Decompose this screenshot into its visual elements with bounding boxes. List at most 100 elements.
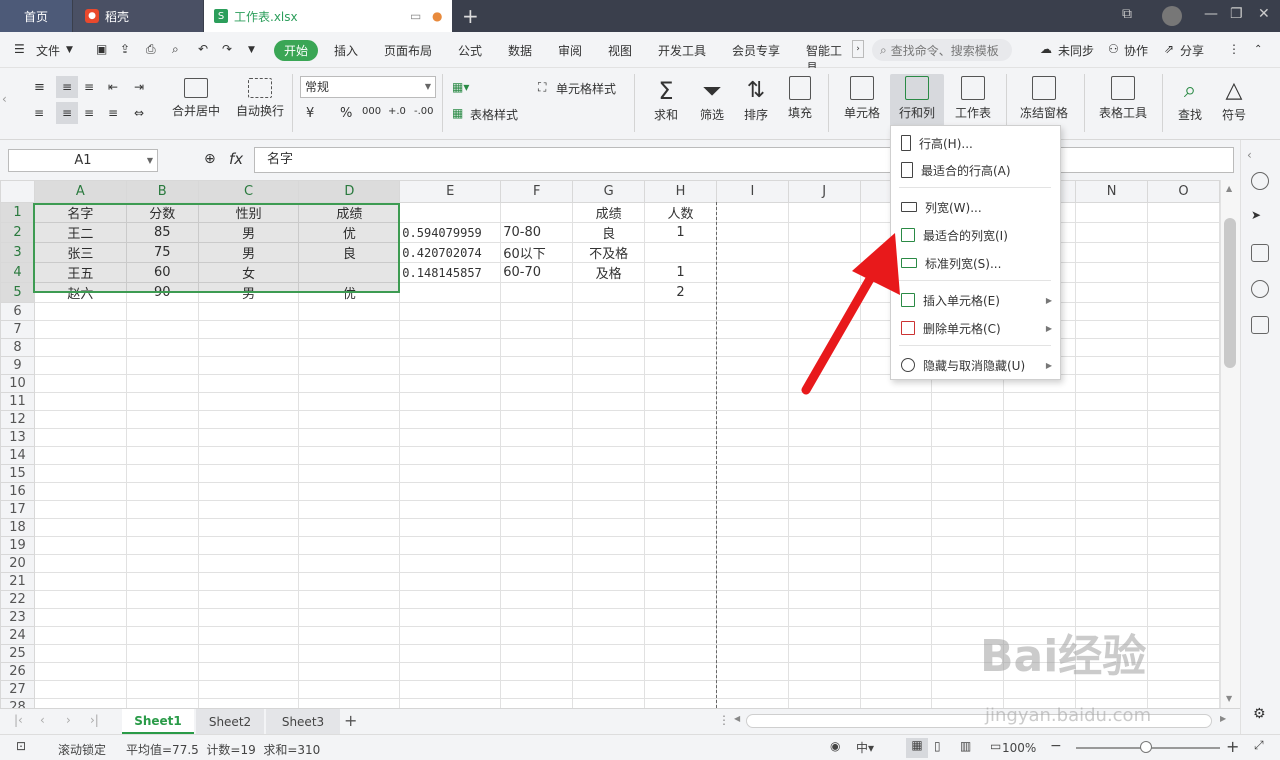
cell-o25[interactable] <box>1147 644 1220 663</box>
cell-i20[interactable] <box>715 554 789 573</box>
cell-d23[interactable] <box>298 608 401 627</box>
justify-icon[interactable]: ≡ <box>108 106 118 120</box>
cell-n22[interactable] <box>1075 590 1149 609</box>
cell-a3[interactable]: 张三 <box>33 242 127 263</box>
cell-d26[interactable] <box>298 662 401 681</box>
cell-g1[interactable]: 成绩 <box>572 202 646 223</box>
cell-g16[interactable] <box>572 482 646 501</box>
cell-l13[interactable] <box>931 428 1005 447</box>
cell-o12[interactable] <box>1147 410 1220 429</box>
sheet-tab-3[interactable]: Sheet3 <box>266 709 340 734</box>
cell-f18[interactable] <box>500 518 574 537</box>
row-header[interactable]: 18 <box>0 518 35 537</box>
cell-b20[interactable] <box>125 554 199 573</box>
cell-l20[interactable] <box>931 554 1005 573</box>
cell-c2[interactable]: 男 <box>197 222 300 243</box>
cell-j27[interactable] <box>787 680 861 699</box>
cell-b12[interactable] <box>125 410 199 429</box>
prev-sheet-icon[interactable]: ‹ <box>40 713 45 727</box>
cell-e11[interactable] <box>399 392 502 411</box>
menu-item-standard-width[interactable]: 标准列宽(S)... <box>891 250 1060 276</box>
cell-h19[interactable] <box>644 536 717 555</box>
menu-data[interactable]: 数据 <box>508 42 532 59</box>
cell-style-button[interactable]: 单元格样式 <box>556 80 616 97</box>
cell-o3[interactable] <box>1147 242 1220 263</box>
cell-i4[interactable] <box>715 262 789 283</box>
cell-k24[interactable] <box>859 626 933 645</box>
cell-d3[interactable]: 良 <box>298 242 401 263</box>
cell-c5[interactable]: 男 <box>197 282 300 303</box>
cell-h10[interactable] <box>644 374 717 393</box>
cell-a16[interactable] <box>33 482 127 501</box>
cell-m15[interactable] <box>1003 464 1077 483</box>
cell-j13[interactable] <box>787 428 861 447</box>
command-search[interactable]: ⌕ 查找命令、搜索模板 <box>872 39 1012 61</box>
thousand-separator-button[interactable]: 000 <box>362 106 381 117</box>
cell-j12[interactable] <box>787 410 861 429</box>
menu-insert[interactable]: 插入 <box>334 42 358 59</box>
cell-n2[interactable] <box>1075 222 1149 243</box>
vertical-scrollbar[interactable]: ▲ ▼ <box>1220 180 1240 708</box>
cell-g20[interactable] <box>572 554 646 573</box>
cell-c20[interactable] <box>197 554 300 573</box>
cell-g6[interactable] <box>572 302 646 321</box>
menu-start[interactable]: 开始 <box>274 40 318 61</box>
cell-k14[interactable] <box>859 446 933 465</box>
cell-a11[interactable] <box>33 392 127 411</box>
cell-h17[interactable] <box>644 500 717 519</box>
cell-g11[interactable] <box>572 392 646 411</box>
row-header[interactable]: 8 <box>0 338 35 357</box>
cell-a24[interactable] <box>33 626 127 645</box>
cell-l12[interactable] <box>931 410 1005 429</box>
monitor-icon[interactable]: ▭ <box>410 9 421 23</box>
cell-c21[interactable] <box>197 572 300 591</box>
tab-home[interactable]: 首页 <box>0 0 72 32</box>
cell-n3[interactable] <box>1075 242 1149 263</box>
cell-a14[interactable] <box>33 446 127 465</box>
cell-m16[interactable] <box>1003 482 1077 501</box>
cell-i22[interactable] <box>715 590 789 609</box>
menu-file[interactable]: 文件 <box>36 42 60 59</box>
cell-n19[interactable] <box>1075 536 1149 555</box>
row-col-button[interactable]: 行和列 <box>890 74 944 126</box>
column-header-i[interactable]: I <box>715 180 789 203</box>
cell-o21[interactable] <box>1147 572 1220 591</box>
cell-c22[interactable] <box>197 590 300 609</box>
cell-a18[interactable] <box>33 518 127 537</box>
cell-d5[interactable]: 优 <box>298 282 401 303</box>
cell-m11[interactable] <box>1003 392 1077 411</box>
cell-d28[interactable] <box>298 698 401 708</box>
window-layout-icon[interactable]: ⧉ <box>1122 6 1132 22</box>
cell-e6[interactable] <box>399 302 502 321</box>
cell-b2[interactable]: 85 <box>125 222 199 243</box>
cell-a4[interactable]: 王五 <box>33 262 127 283</box>
cell-f24[interactable] <box>500 626 574 645</box>
scroll-left-icon[interactable]: ◀ <box>734 714 740 723</box>
unsync-label[interactable]: 未同步 <box>1058 42 1094 59</box>
cell-a23[interactable] <box>33 608 127 627</box>
cell-f25[interactable] <box>500 644 574 663</box>
cell-o14[interactable] <box>1147 446 1220 465</box>
menu-item-delete-cell[interactable]: 删除单元格(C) ▶ <box>891 315 1060 341</box>
cell-b10[interactable] <box>125 374 199 393</box>
cell-h20[interactable] <box>644 554 717 573</box>
align-top-icon[interactable]: ≡ <box>34 80 45 95</box>
more-icon[interactable]: ▼ <box>248 45 255 55</box>
cell-g27[interactable] <box>572 680 646 699</box>
cell-h7[interactable] <box>644 320 717 339</box>
tab-document[interactable]: S 工作表.xlsx ▭ ● <box>204 0 452 32</box>
cell-k22[interactable] <box>859 590 933 609</box>
cell-l17[interactable] <box>931 500 1005 519</box>
row-header[interactable]: 15 <box>0 464 35 483</box>
row-header[interactable]: 5 <box>0 282 35 303</box>
column-header-o[interactable]: O <box>1147 180 1220 203</box>
cell-f10[interactable] <box>500 374 574 393</box>
cell-g10[interactable] <box>572 374 646 393</box>
cell-g2[interactable]: 良 <box>572 222 646 243</box>
cell-c28[interactable] <box>197 698 300 708</box>
cell-g4[interactable]: 及格 <box>572 262 646 283</box>
cell-a15[interactable] <box>33 464 127 483</box>
row-header[interactable]: 19 <box>0 536 35 555</box>
cell-f17[interactable] <box>500 500 574 519</box>
cell-b22[interactable] <box>125 590 199 609</box>
